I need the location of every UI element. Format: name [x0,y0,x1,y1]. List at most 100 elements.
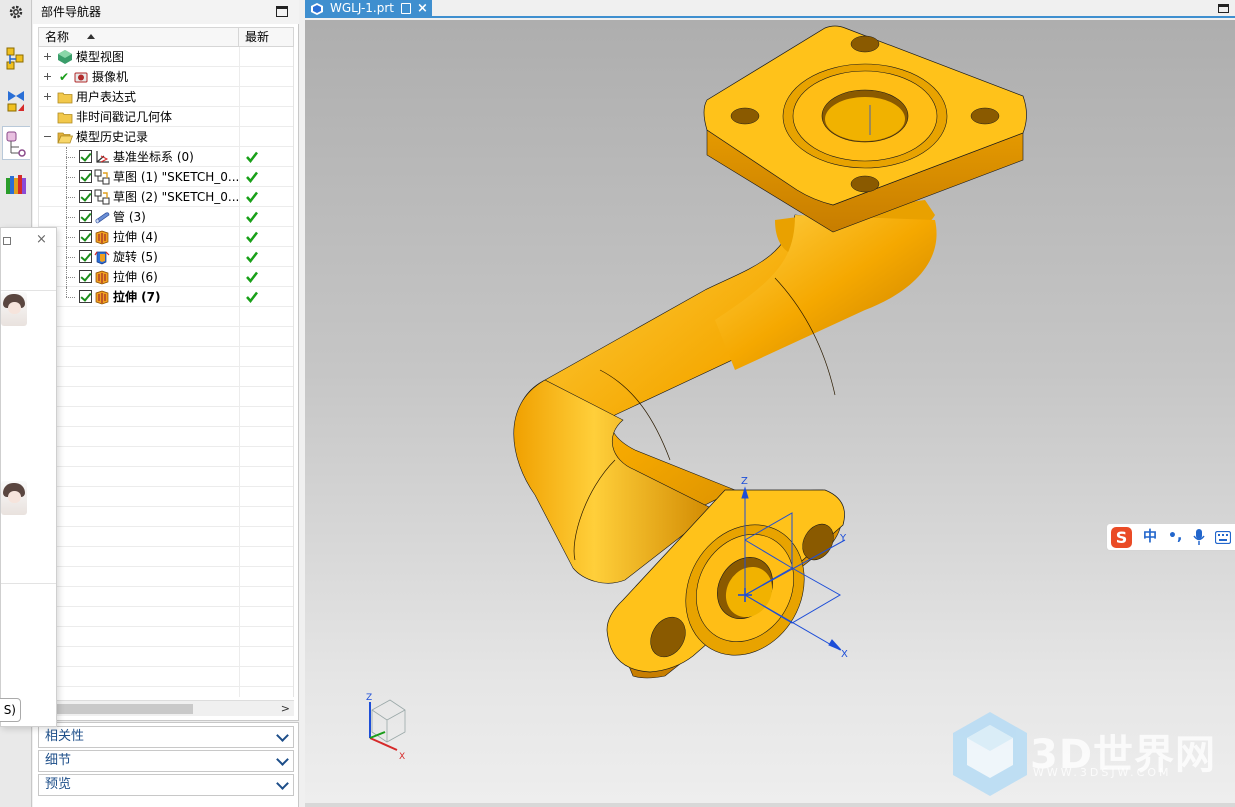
camera-icon [73,69,89,85]
feature-checkbox[interactable] [79,230,92,243]
gear-icon[interactable] [2,0,30,24]
ime-logo[interactable]: S [1111,527,1132,548]
tree-row[interactable]: 非时间戳记几何体 [39,107,295,127]
column-header-latest[interactable]: 最新 [245,28,269,46]
part-file-icon [311,3,323,15]
up-to-date-icon [245,250,259,264]
tree-row[interactable]: 模型历史记录 [39,127,295,147]
triad-x-label: X [399,752,405,762]
column-header: 名称 最新 [38,27,294,47]
expand-icon[interactable] [44,93,51,100]
tree-item-label: 拉伸 (6) [113,270,158,284]
feature-checkbox[interactable] [79,170,92,183]
chevron-down-icon [276,729,289,742]
panel-splitter[interactable] [33,720,299,723]
feature-checkbox[interactable] [79,190,92,203]
tree-row[interactable]: 模型视图 [39,47,295,67]
triad-z-label: Z [366,693,372,703]
maximize-icon[interactable] [3,237,11,245]
up-to-date-icon [245,170,259,184]
scroll-right-arrow-icon[interactable]: > [281,701,290,717]
keyboard-icon[interactable] [1215,531,1231,544]
status-bar [305,803,1235,807]
up-to-date-icon [245,270,259,284]
section-details[interactable]: 细节 [38,750,294,772]
feature-checkbox[interactable] [79,210,92,223]
up-to-date-icon [245,190,259,204]
assembly-navigator-icon[interactable] [2,42,30,76]
tree-row[interactable]: 拉伸 (7) [39,287,295,307]
datum-csys-icon [94,149,110,165]
scrollbar-thumb[interactable] [38,704,193,714]
microphone-icon[interactable] [1193,529,1205,545]
ime-punctuation-toggle[interactable]: •, [1168,525,1182,547]
chat-window: × S) [0,227,57,727]
tree-item-label: 模型历史记录 [76,130,149,144]
chevron-down-icon [276,753,289,766]
tree-row[interactable]: 草图 (2) "SKETCH_0... [39,187,295,207]
tab-part-file[interactable]: WGLJ-1.prt × [305,0,432,18]
folder-icon [57,89,73,105]
tree-row[interactable]: 旋转 (5) [39,247,295,267]
close-icon[interactable]: × [36,232,47,248]
tree-item-label: 草图 (2) "SKETCH_0... [113,190,240,204]
horizontal-scrollbar[interactable]: > [38,700,294,716]
revolve-icon [94,249,110,265]
csys-z-label: Z [741,476,748,487]
folder-icon [57,109,73,125]
reuse-library-icon[interactable] [2,168,30,202]
expand-icon[interactable] [44,73,51,80]
tree-item-label: 非时间戳记几何体 [76,110,173,124]
watermark-url: WWW.3DSJW.COM [1033,766,1172,779]
graphics-window[interactable]: Z Y X Z X [305,20,1235,803]
feature-checkbox[interactable] [79,270,92,283]
tree-row[interactable]: 草图 (1) "SKETCH_0... [39,167,295,187]
section-dependencies[interactable]: 相关性 [38,726,294,748]
navigator-title: 部件导航器 [33,0,299,24]
ime-mode-toggle[interactable]: 中 [1143,526,1157,548]
feature-checkbox[interactable] [79,250,92,263]
tree-row[interactable]: 拉伸 (4) [39,227,295,247]
send-button[interactable]: S) [0,698,21,722]
feature-checkbox[interactable] [79,290,92,303]
model-views-icon [57,49,73,65]
column-header-name[interactable]: 名称 [39,28,239,46]
maximize-icon[interactable] [276,6,288,17]
feature-checkbox[interactable] [79,150,92,163]
close-icon[interactable]: × [417,0,428,17]
avatar[interactable] [1,481,27,515]
tree-item-label: 模型视图 [76,50,125,64]
tree-row[interactable]: 拉伸 (6) [39,267,295,287]
tree-row[interactable]: ✔ 摄像机 [39,67,295,87]
tree-item-label: 草图 (1) "SKETCH_0... [113,170,240,184]
graphics-tab-bar: WGLJ-1.prt × [305,0,1235,18]
extrude-icon [94,289,110,305]
up-to-date-icon [245,210,259,224]
tube-icon [94,209,110,225]
navigator-tree: 模型视图 ✔ 摄像机用户表达式非时间戳记几何体 模型历史记录基准坐标系 (0) 草图 (… [38,47,294,697]
tree-row[interactable]: 基准坐标系 (0) [39,147,295,167]
part-navigator-icon[interactable] [2,126,30,160]
watermark-logo [953,712,1027,796]
view-triad [369,699,406,751]
maximize-icon[interactable] [1218,4,1229,13]
tree-row[interactable]: 管 (3) [39,207,295,227]
extrude-icon [94,269,110,285]
constraint-navigator-icon[interactable] [2,84,30,118]
expand-icon[interactable] [44,53,51,60]
up-to-date-icon [245,150,259,164]
up-to-date-icon [245,230,259,244]
section-preview[interactable]: 预览 [38,774,294,796]
tree-item-label: 用户表达式 [76,90,137,104]
tree-item-label: 管 (3) [113,210,146,224]
pipe-part-model[interactable]: Z Y X Z X [305,20,1235,803]
collapse-icon[interactable] [44,133,51,140]
check-icon: ✔ [59,70,70,84]
csys-x-label: X [841,649,848,660]
document-icon[interactable] [401,3,411,14]
ime-toolbar[interactable]: S 中 •, [1106,523,1235,551]
sketch-icon [94,169,110,185]
part-navigator-panel: 部件导航器 名称 最新 模型视图 ✔ 摄像机用户表达式非时间戳记几何体 模型历史记录基… [33,0,299,807]
tree-row[interactable]: 用户表达式 [39,87,295,107]
avatar[interactable] [1,292,27,326]
